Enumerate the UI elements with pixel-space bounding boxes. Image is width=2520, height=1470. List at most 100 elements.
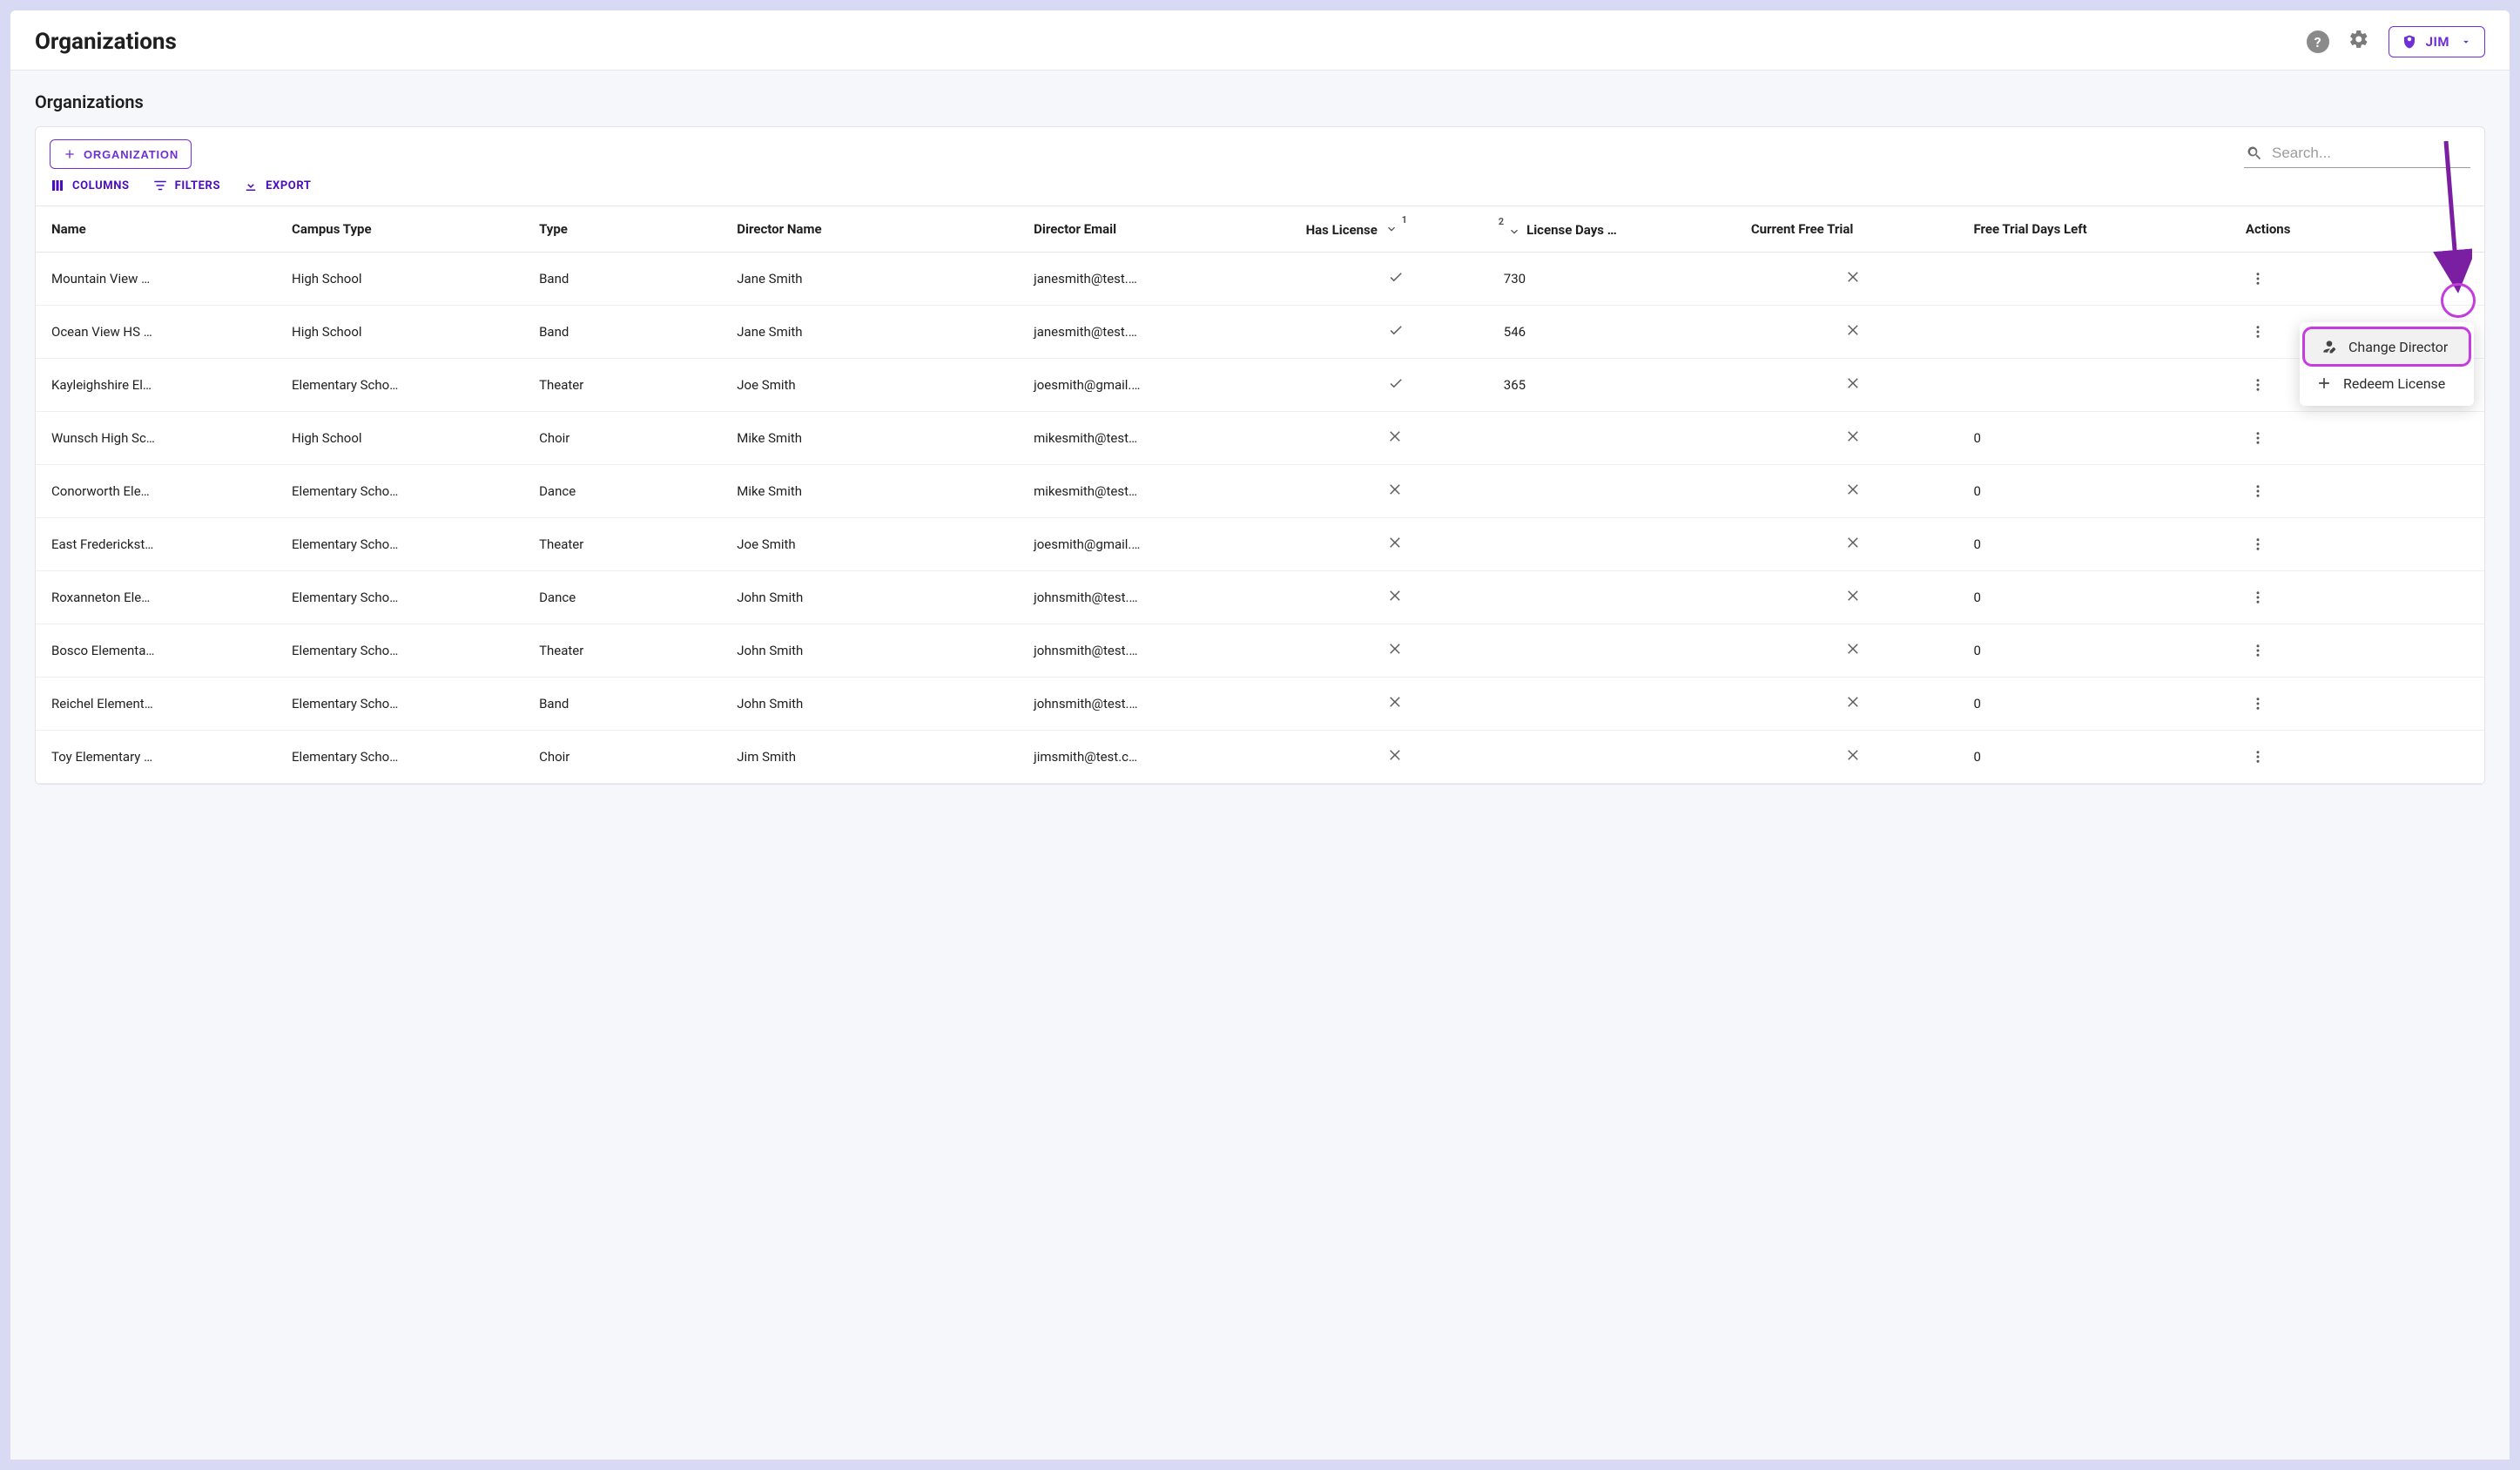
cell-license-days [1495,465,1742,518]
col-type[interactable]: Type [530,206,728,253]
menu-redeem-license[interactable]: Redeem License [2300,366,2474,401]
cell-has-license [1297,306,1495,359]
cell-actions [2237,518,2484,571]
col-current-free-trial[interactable]: Current Free Trial [1742,206,1965,253]
cell-name: Mountain View … [36,253,283,306]
cell-license-days [1495,571,1742,624]
cell-actions [2237,678,2484,731]
cell-license-days [1495,624,1742,678]
close-icon [1751,694,1957,710]
cell-free-trial-days: 0 [1964,731,2236,784]
row-actions-button[interactable] [2246,585,2270,610]
col-has-license[interactable]: Has License 1 [1297,206,1495,253]
organizations-card: ORGANIZATION COLUMNS FILTERS [35,126,2485,785]
cell-name: Kayleighshire El… [36,359,283,412]
table-row: Reichel Element…Elementary Scho…BandJohn… [36,678,2484,731]
export-button[interactable]: EXPORT [243,178,312,193]
row-actions-button[interactable] [2246,532,2270,556]
close-icon [1751,641,1957,657]
close-icon [1306,641,1486,657]
add-organization-button[interactable]: ORGANIZATION [50,139,192,169]
cell-free-trial-days: 0 [1964,518,2236,571]
organizations-table: Name Campus Type Type Director Name Dire… [36,206,2484,784]
col-license-days[interactable]: 2 License Days … [1495,206,1742,253]
cell-license-days: 546 [1495,306,1742,359]
close-icon [1751,375,1957,391]
row-actions-button[interactable] [2246,426,2270,450]
col-director-name[interactable]: Director Name [728,206,1025,253]
plus-icon [2315,374,2333,392]
settings-icon[interactable] [2348,29,2369,55]
cell-director-email: janesmith@test.… [1025,253,1297,306]
user-menu[interactable]: JIM [2389,26,2485,57]
row-actions-button[interactable] [2246,266,2270,291]
cell-director-name: Mike Smith [728,412,1025,465]
row-actions-button[interactable] [2246,373,2270,397]
col-campus-type[interactable]: Campus Type [283,206,530,253]
col-actions: Actions [2237,206,2484,253]
cell-director-name: John Smith [728,624,1025,678]
sort-indicator: 2 [1499,223,1521,237]
row-actions-button[interactable] [2246,745,2270,769]
cell-director-name: Joe Smith [728,518,1025,571]
cell-free-trial-days [1964,253,2236,306]
cell-campus-type: High School [283,306,530,359]
cell-current-free-trial [1742,731,1965,784]
cell-director-email: johnsmith@test.… [1025,678,1297,731]
cell-current-free-trial [1742,359,1965,412]
close-icon [1751,322,1957,338]
menu-change-director[interactable]: Change Director [2305,329,2469,364]
user-name: JIM [2426,34,2449,50]
cell-has-license [1297,678,1495,731]
row-context-menu: Change Director Redeem License [2300,322,2474,406]
row-actions-button[interactable] [2246,691,2270,716]
cell-current-free-trial [1742,412,1965,465]
filters-button[interactable]: FILTERS [152,178,220,193]
cell-type: Theater [530,359,728,412]
cell-license-days [1495,678,1742,731]
row-actions-button[interactable] [2246,320,2270,344]
cell-current-free-trial [1742,518,1965,571]
cell-has-license [1297,359,1495,412]
close-icon [1306,482,1486,497]
download-icon [243,178,259,193]
table-row: Wunsch High Sc…High SchoolChoirMike Smit… [36,412,2484,465]
col-director-email[interactable]: Director Email [1025,206,1297,253]
cell-campus-type: High School [283,253,530,306]
table-row: East Frederickst…Elementary Scho…Theater… [36,518,2484,571]
sort-indicator: 1 [1385,220,1407,234]
check-icon [1306,322,1486,338]
cell-type: Dance [530,571,728,624]
table-row: Toy Elementary …Elementary Scho…ChoirJim… [36,731,2484,784]
person-edit-icon [2321,338,2338,355]
cell-name: Wunsch High Sc… [36,412,283,465]
help-icon[interactable]: ? [2307,30,2329,53]
cell-has-license [1297,518,1495,571]
row-actions-button[interactable] [2246,638,2270,663]
table-row: Kayleighshire El…Elementary Scho…Theater… [36,359,2484,412]
cell-director-email: johnsmith@test.… [1025,571,1297,624]
cell-name: Bosco Elementa… [36,624,283,678]
cell-name: Toy Elementary … [36,731,283,784]
columns-button[interactable]: COLUMNS [50,178,130,193]
close-icon [1306,747,1486,763]
cell-actions [2237,253,2484,306]
row-actions-button[interactable] [2246,479,2270,503]
cell-name: Conorworth Ele… [36,465,283,518]
section-title: Organizations [35,91,2485,112]
cell-type: Band [530,678,728,731]
col-name[interactable]: Name [36,206,283,253]
col-free-trial-days-left[interactable]: Free Trial Days Left [1964,206,2236,253]
cell-campus-type: Elementary Scho… [283,678,530,731]
cell-actions [2237,465,2484,518]
search-field[interactable] [2244,141,2470,168]
page-title: Organizations [35,29,2307,55]
cell-license-days: 365 [1495,359,1742,412]
cell-campus-type: Elementary Scho… [283,571,530,624]
cell-type: Theater [530,518,728,571]
cell-director-name: Joe Smith [728,359,1025,412]
cell-type: Choir [530,412,728,465]
search-input[interactable] [2272,145,2463,162]
cell-has-license [1297,253,1495,306]
cell-actions [2237,731,2484,784]
